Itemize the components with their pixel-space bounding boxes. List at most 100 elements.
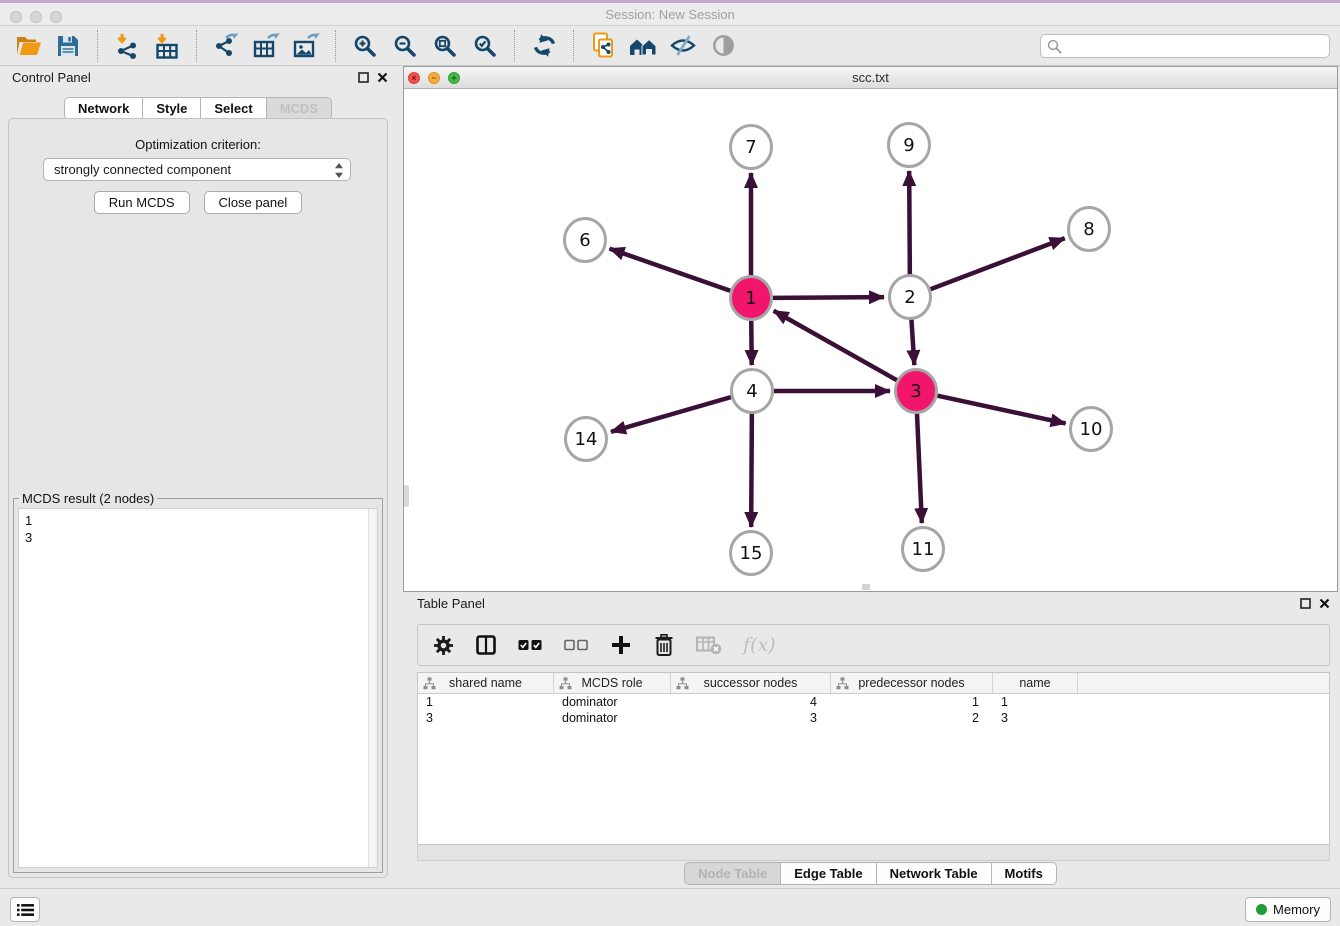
control-panel-title: Control Panel (12, 70, 91, 85)
mcds-result-group: MCDS result (2 nodes) 1 3 (13, 491, 383, 873)
close-panel-icon[interactable] (377, 72, 388, 83)
graph-node-6[interactable]: 6 (565, 219, 606, 262)
graph-edge-1-6[interactable] (610, 249, 731, 291)
task-history-button[interactable] (10, 897, 40, 922)
graph-node-3[interactable]: 3 (896, 370, 937, 413)
apply-layout-icon[interactable] (527, 30, 561, 62)
show-all-icon[interactable] (706, 30, 740, 62)
table-row[interactable]: 3dominator323 (418, 710, 1329, 726)
mcds-result-list[interactable]: 1 3 (18, 508, 378, 868)
network-window-title: scc.txt (404, 70, 1337, 85)
close-panel-button[interactable]: Close panel (204, 191, 303, 214)
graph-node-7[interactable]: 7 (731, 126, 772, 169)
function-builder-icon[interactable]: f(x) (743, 633, 776, 657)
clone-network-icon[interactable] (586, 30, 620, 62)
graph-edge-2-3[interactable] (911, 319, 914, 365)
search-icon (1047, 39, 1062, 54)
tab-network[interactable]: Network (64, 97, 143, 120)
tab-node-table[interactable]: Node Table (684, 862, 781, 885)
column-header-successor-nodes[interactable]: successor nodes (671, 673, 831, 693)
search-field[interactable] (1040, 34, 1330, 58)
session-title: Session: New Session (0, 7, 1340, 22)
table-panel-title: Table Panel (417, 596, 485, 611)
save-session-icon[interactable] (51, 30, 85, 62)
main-toolbar (0, 26, 1340, 66)
open-session-icon[interactable] (11, 30, 45, 62)
settings-icon[interactable] (432, 633, 454, 657)
graph-node-2[interactable]: 2 (890, 276, 931, 319)
graph-edge-3-1[interactable] (774, 311, 897, 380)
list-icon (17, 903, 34, 917)
hide-selected-icon[interactable] (666, 30, 700, 62)
first-neighbors-icon[interactable] (626, 30, 660, 62)
run-mcds-button[interactable]: Run MCDS (94, 191, 190, 214)
column-header-name[interactable]: name (993, 673, 1078, 693)
graph-node-1[interactable]: 1 (731, 277, 772, 320)
graph-edge-4-15[interactable] (751, 413, 752, 527)
export-table-icon[interactable] (249, 30, 283, 62)
svg-text:14: 14 (575, 429, 598, 450)
table-row[interactable]: 1dominator411 (418, 694, 1329, 710)
network-window-titlebar[interactable]: × − + scc.txt (404, 67, 1337, 89)
zoom-fit-icon[interactable] (428, 30, 462, 62)
splitter-grip-icon[interactable] (862, 584, 870, 590)
graph-edge-3-11[interactable] (917, 413, 922, 523)
graph-node-15[interactable]: 15 (731, 532, 772, 575)
add-column-icon[interactable] (610, 633, 632, 657)
graph-node-14[interactable]: 14 (566, 418, 607, 461)
delete-column-icon[interactable] (653, 633, 675, 657)
graph-node-9[interactable]: 9 (889, 124, 930, 167)
splitter-grip-icon[interactable] (404, 485, 409, 507)
criterion-dropdown[interactable]: strongly connected component (43, 158, 351, 181)
control-panel-tabs: Network Style Select MCDS (0, 97, 396, 120)
column-header-shared-name[interactable]: shared name (418, 673, 554, 693)
import-table-icon[interactable] (150, 30, 184, 62)
tab-network-table[interactable]: Network Table (876, 862, 992, 885)
zoom-out-icon[interactable] (388, 30, 422, 62)
titlebar: Session: New Session (0, 3, 1340, 26)
tab-style[interactable]: Style (142, 97, 201, 120)
tab-mcds[interactable]: MCDS (266, 97, 332, 120)
graph-node-10[interactable]: 10 (1071, 408, 1112, 451)
export-network-icon[interactable] (209, 30, 243, 62)
close-panel-icon[interactable] (1319, 598, 1330, 609)
result-scrollbar[interactable] (368, 509, 377, 867)
criterion-dropdown-value: strongly connected component (54, 162, 231, 177)
memory-label: Memory (1273, 902, 1320, 917)
node-table[interactable]: shared nameMCDS rolesuccessor nodesprede… (417, 672, 1330, 845)
cell-successor-nodes: 3 (671, 711, 831, 725)
delete-table-icon[interactable] (696, 633, 722, 657)
mcds-result-values: 1 3 (19, 509, 367, 867)
network-canvas[interactable]: 7 9 6 8 1 2 4 3 14 10 15 11 (404, 89, 1337, 591)
table-panel: Table Panel f(x) (403, 592, 1338, 888)
select-all-checkboxes-icon[interactable] (518, 633, 543, 657)
graph-edge-2-9[interactable] (909, 171, 910, 275)
float-panel-icon[interactable] (358, 72, 369, 83)
deselect-all-checkboxes-icon[interactable] (564, 633, 589, 657)
graph-edge-4-14[interactable] (611, 397, 731, 432)
import-network-icon[interactable] (110, 30, 144, 62)
graph-edge-3-10[interactable] (937, 396, 1065, 424)
network-view-window: × − + scc.txt 7 9 6 8 1 2 4 3 14 10 15 11 (403, 66, 1338, 592)
show-hide-columns-icon[interactable] (475, 633, 497, 657)
graph-node-4[interactable]: 4 (732, 370, 773, 413)
graph-edge-2-8[interactable] (931, 238, 1065, 289)
zoom-selected-icon[interactable] (468, 30, 502, 62)
memory-button[interactable]: Memory (1245, 897, 1331, 922)
table-horizontal-scrollbar[interactable] (417, 845, 1330, 861)
float-panel-icon[interactable] (1300, 598, 1311, 609)
column-header-predecessor-nodes[interactable]: predecessor nodes (831, 673, 993, 693)
tab-select[interactable]: Select (200, 97, 266, 120)
tab-edge-table[interactable]: Edge Table (780, 862, 876, 885)
zoom-in-icon[interactable] (348, 30, 382, 62)
graph-node-8[interactable]: 8 (1069, 208, 1110, 251)
graph-node-11[interactable]: 11 (903, 528, 944, 571)
graph-edge-1-2[interactable] (773, 297, 884, 298)
search-input[interactable] (1066, 36, 1329, 56)
tab-motifs[interactable]: Motifs (991, 862, 1057, 885)
column-header-MCDS-role[interactable]: MCDS role (554, 673, 671, 693)
export-image-icon[interactable] (289, 30, 323, 62)
svg-text:11: 11 (912, 539, 935, 560)
cell-shared-name: 3 (418, 711, 554, 725)
network-graph[interactable]: 7 9 6 8 1 2 4 3 14 10 15 11 (404, 89, 1337, 592)
